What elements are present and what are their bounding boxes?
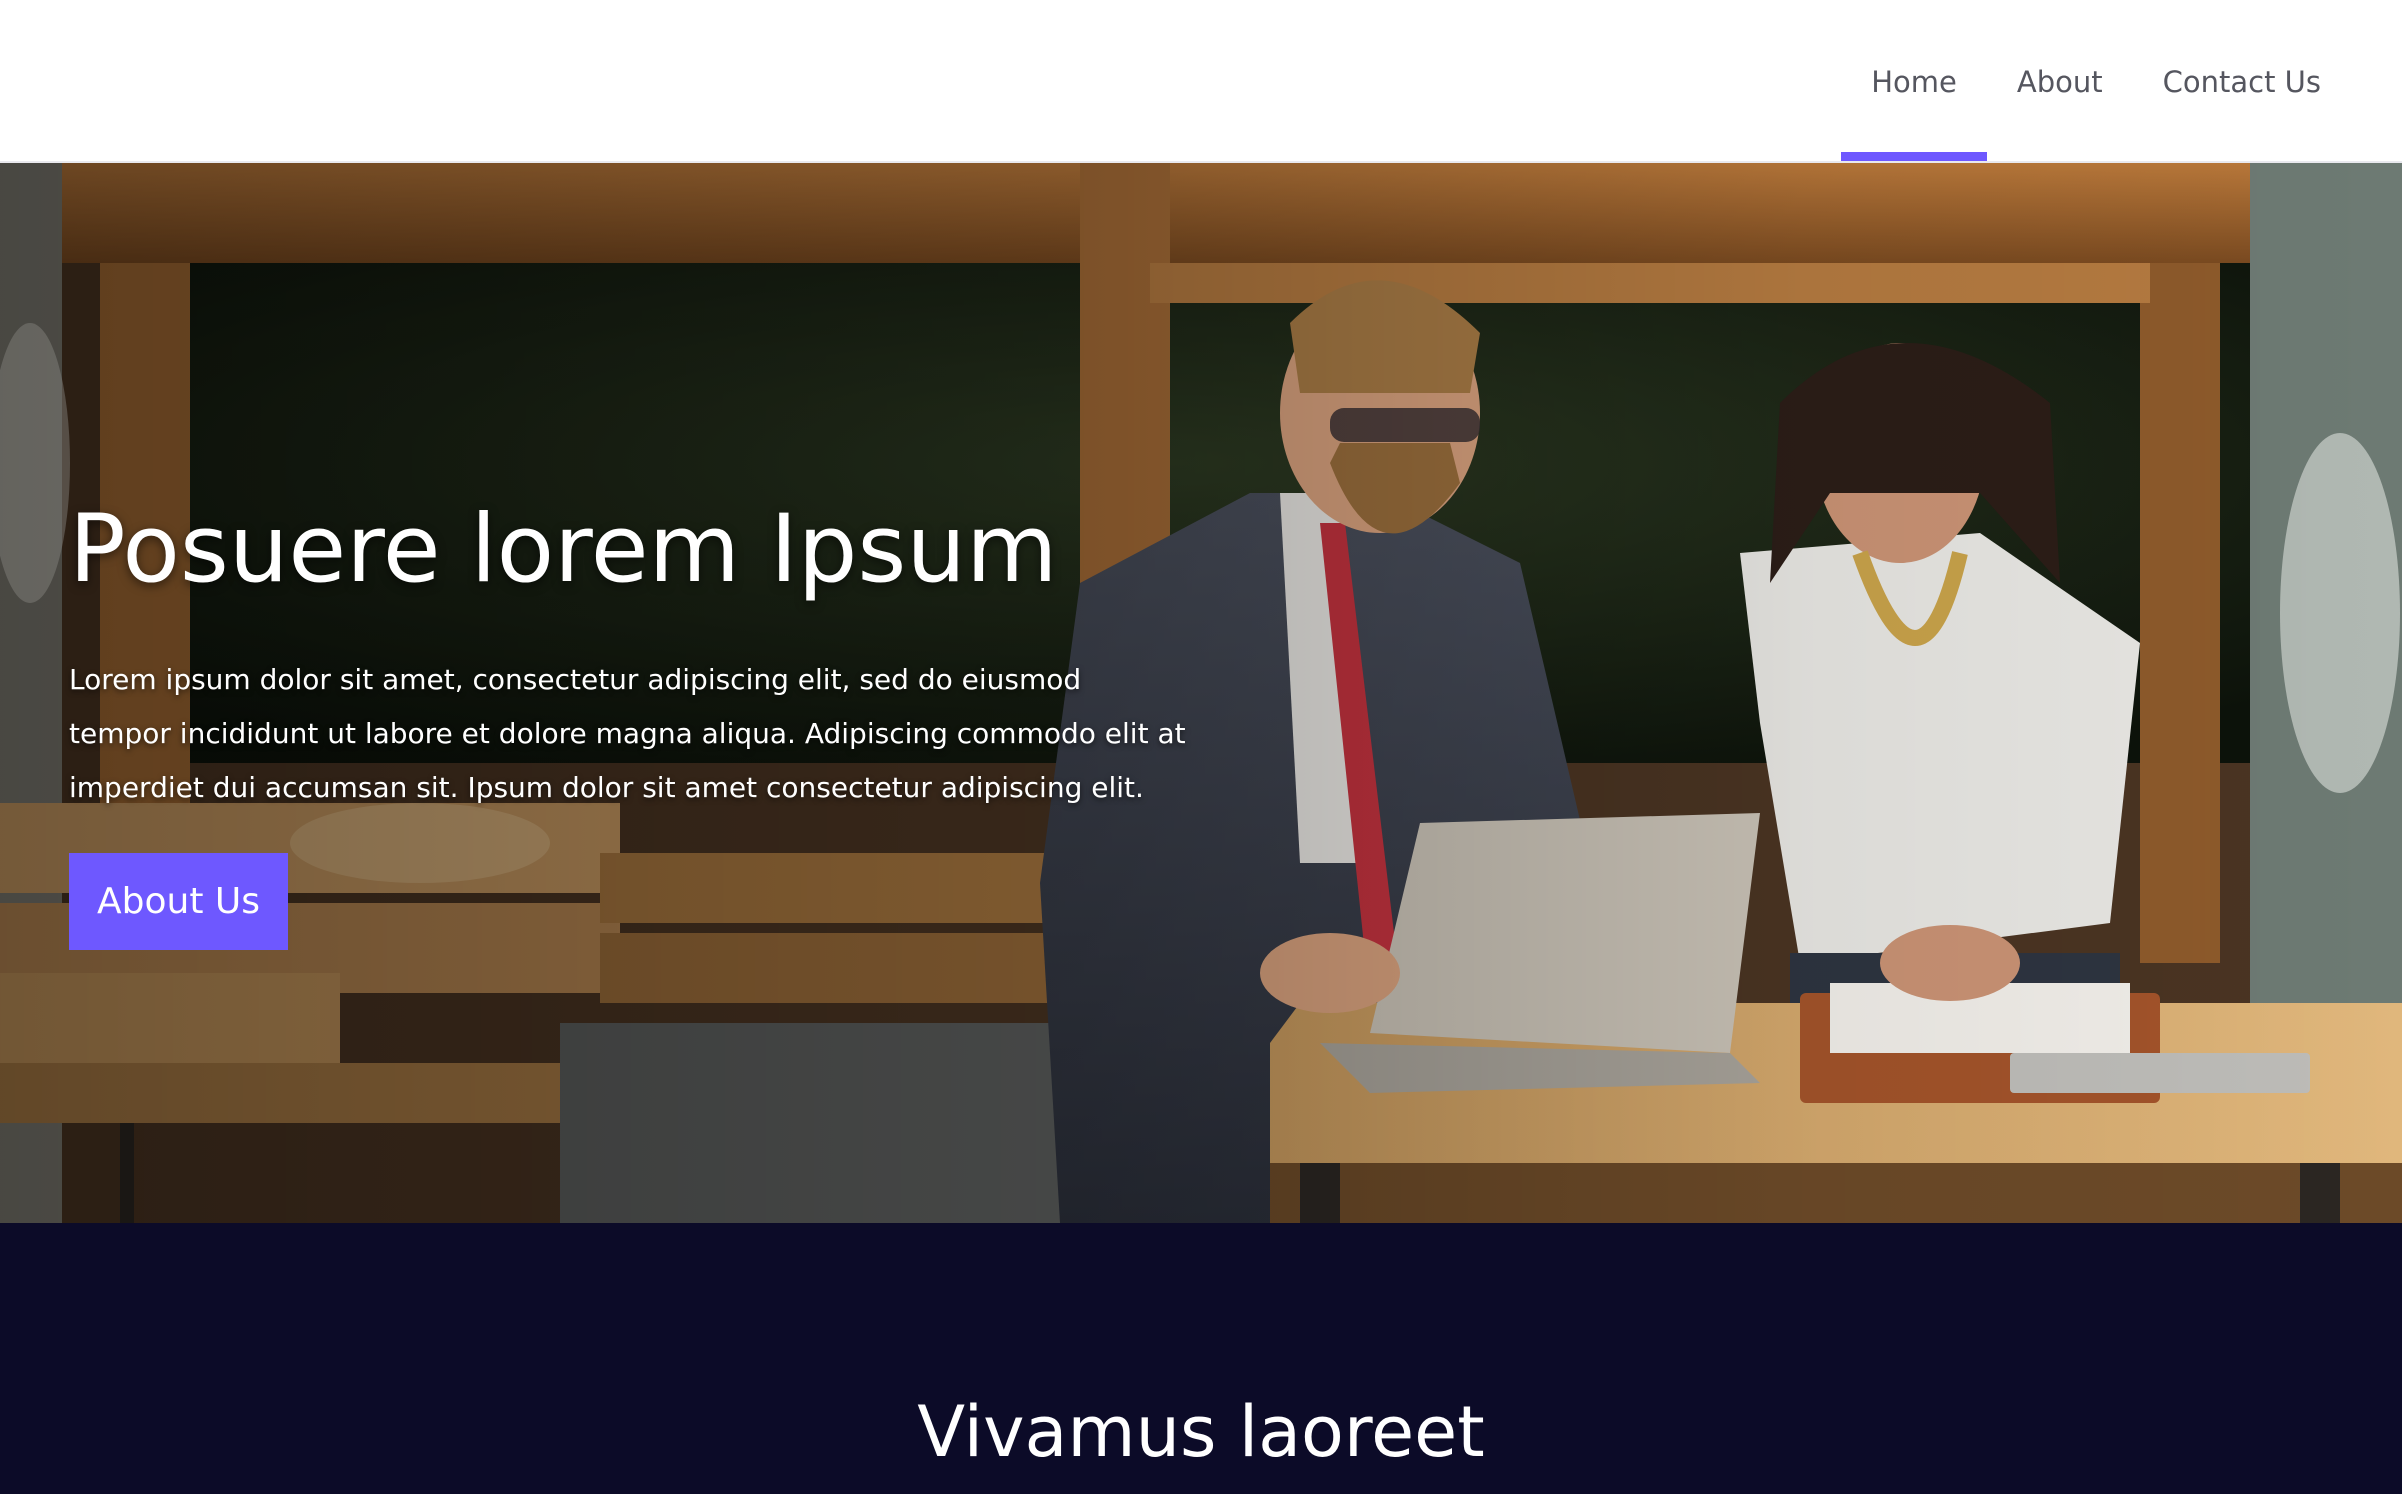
section-title: Vivamus laoreet: [917, 1391, 1485, 1473]
hero-description: Lorem ipsum dolor sit amet, consectetur …: [69, 663, 1186, 805]
top-navbar: Home About Contact Us: [0, 0, 2402, 163]
active-indicator: [1841, 152, 1987, 161]
about-us-button[interactable]: About Us: [69, 853, 288, 951]
features-section: Vivamus laoreet: [0, 1223, 2402, 1494]
nav-link-contact-label: Contact Us: [2162, 64, 2321, 99]
hero-title: Posuere lorem Ipsum: [69, 495, 1058, 604]
hero-banner: Posuere lorem Ipsum Lorem ipsum dolor si…: [0, 163, 2402, 1223]
main-nav: Home About Contact Us: [1841, 0, 2351, 163]
nav-link-home[interactable]: Home: [1841, 0, 1987, 163]
nav-link-about[interactable]: About: [1987, 0, 2133, 163]
nav-link-home-label: Home: [1871, 64, 1957, 99]
nav-link-about-label: About: [2016, 64, 2103, 99]
hero-content: Posuere lorem Ipsum Lorem ipsum dolor si…: [69, 495, 1269, 951]
nav-link-contact[interactable]: Contact Us: [2133, 0, 2351, 163]
